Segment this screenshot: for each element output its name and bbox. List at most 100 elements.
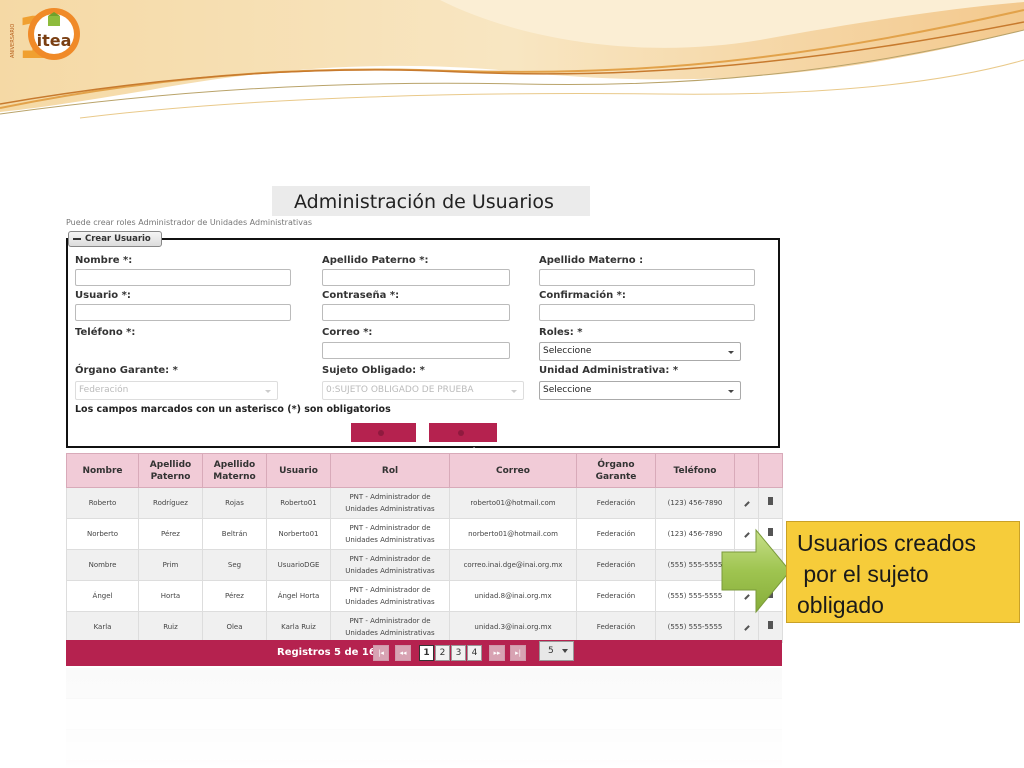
page-title: Administración de Usuarios	[272, 186, 590, 216]
cell-materno: Olea	[202, 611, 267, 643]
cell-usuario: Karla Ruiz	[266, 611, 331, 643]
col-apellido-paterno-line1: Apellido	[149, 459, 192, 470]
pencil-icon	[743, 501, 750, 507]
cell-rol-line2: Unidades Administrativas	[345, 567, 435, 575]
cell-nombre: Nombre	[66, 549, 139, 581]
delete-button[interactable]	[758, 611, 783, 643]
col-organo-line1: Órgano	[597, 459, 635, 470]
apellido-materno-input[interactable]	[539, 269, 755, 286]
organo-garante-select[interactable]: Federación	[75, 381, 278, 400]
delete-button[interactable]	[758, 487, 783, 519]
cell-usuario: Norberto01	[266, 518, 331, 550]
svg-text:itea: itea	[37, 31, 72, 50]
cancelar-button[interactable]: Cancelar	[429, 423, 497, 458]
trash-icon	[768, 621, 773, 629]
sujeto-obligado-select[interactable]: 0:SUJETO OBLIGADO DE PRUEBA	[322, 381, 524, 400]
col-correo[interactable]: Correo	[449, 453, 577, 488]
cell-rol-line1: PNT - Administrador de	[349, 617, 431, 625]
cell-usuario: Roberto01	[266, 487, 331, 519]
agregar-button[interactable]: Agregar	[351, 423, 416, 458]
cell-telefono: (123) 456-7890	[655, 487, 735, 519]
col-telefono-label: Teléfono	[673, 465, 717, 476]
contrasena-input[interactable]	[322, 304, 510, 321]
correo-label: Correo *:	[322, 327, 373, 338]
chevron-down-icon	[265, 390, 271, 393]
users-table: Nombre Apellido Paterno Apellido Materno U…	[66, 453, 783, 643]
col-telefono[interactable]: Teléfono	[655, 453, 735, 488]
roles-select[interactable]: Seleccione	[539, 342, 741, 361]
col-organo-garante[interactable]: Órgano Garante	[576, 453, 656, 488]
unidad-administrativa-select[interactable]: Seleccione	[539, 381, 741, 400]
callout-line-1: Usuarios creados	[797, 530, 976, 556]
page-size-value: 5	[548, 646, 554, 656]
cell-correo: norberto01@hotmail.com	[449, 518, 577, 550]
apellido-materno-label: Apellido Materno :	[539, 255, 644, 266]
roles-label: Roles: *	[539, 327, 583, 338]
table-row: Nombre Prim Seg UsuarioDGE PNT - Adminis…	[66, 549, 783, 581]
col-nombre[interactable]: Nombre	[66, 453, 139, 488]
cell-organo: Federación	[576, 580, 656, 612]
create-user-legend[interactable]: Crear Usuario	[68, 231, 162, 247]
edit-button[interactable]	[734, 487, 759, 519]
trash-icon	[768, 497, 773, 505]
prev-page-button[interactable]: ◂◂	[395, 645, 411, 661]
cell-rol: PNT - Administrador de Unidades Administr…	[330, 611, 450, 643]
col-apellido-materno-line1: Apellido	[213, 459, 256, 470]
itea-logo: ANIVERSARIO 1 itea	[10, 4, 80, 64]
edit-button[interactable]	[734, 611, 759, 643]
usuario-input[interactable]	[75, 304, 291, 321]
correo-input[interactable]	[322, 342, 510, 359]
cell-rol-line2: Unidades Administrativas	[345, 536, 435, 544]
col-usuario-label: Usuario	[279, 465, 318, 476]
page-1-button[interactable]: 1	[419, 645, 434, 661]
cell-rol-line1: PNT - Administrador de	[349, 493, 431, 501]
col-apellido-materno-line2: Materno	[213, 471, 256, 482]
cell-organo: Federación	[576, 611, 656, 643]
apellido-paterno-input[interactable]	[322, 269, 510, 286]
table-row: Roberto Rodríguez Rojas Roberto01 PNT - …	[66, 487, 783, 519]
cell-nombre: Norberto	[66, 518, 139, 550]
callout-line-2: por el sujeto	[797, 561, 929, 587]
callout-line-3: obligado	[797, 592, 884, 618]
table-row: Ángel Horta Pérez Ángel Horta PNT - Admi…	[66, 580, 783, 612]
page-2-button[interactable]: 2	[435, 645, 450, 661]
cell-nombre: Karla	[66, 611, 139, 643]
contrasena-label: Contraseña *:	[322, 290, 400, 301]
nombre-input[interactable]	[75, 269, 291, 286]
legend-label: Crear Usuario	[85, 234, 151, 244]
cell-correo: unidad.3@inai.org.mx	[449, 611, 577, 643]
col-organo-line2: Garante	[595, 471, 637, 482]
page-size-select[interactable]: 5	[539, 641, 574, 661]
col-apellido-paterno[interactable]: Apellido Paterno	[138, 453, 203, 488]
page-3-button[interactable]: 3	[451, 645, 466, 661]
chevron-down-icon	[511, 390, 517, 393]
cell-nombre: Ángel	[66, 580, 139, 612]
col-nombre-label: Nombre	[82, 465, 123, 476]
organo-garante-value: Federación	[79, 385, 129, 395]
col-rol[interactable]: Rol	[330, 453, 450, 488]
cell-correo: roberto01@hotmail.com	[449, 487, 577, 519]
cell-rol: PNT - Administrador de Unidades Administr…	[330, 518, 450, 550]
cell-rol-line1: PNT - Administrador de	[349, 524, 431, 532]
cell-paterno: Prim	[138, 549, 203, 581]
collapse-icon	[73, 237, 81, 240]
unidad-administrativa-label: Unidad Administrativa: *	[539, 365, 679, 376]
table-row: Karla Ruiz Olea Karla Ruiz PNT - Adminis…	[66, 611, 783, 643]
cell-organo: Federación	[576, 518, 656, 550]
col-edit	[734, 453, 759, 488]
confirmacion-input[interactable]	[539, 304, 755, 321]
records-summary: Registros 5 de 16	[277, 647, 376, 658]
cell-rol: PNT - Administrador de Unidades Administr…	[330, 487, 450, 519]
table-reflection	[66, 668, 782, 768]
first-page-button[interactable]: |◂	[373, 645, 389, 661]
last-page-button[interactable]: ▸|	[510, 645, 526, 661]
col-usuario[interactable]: Usuario	[266, 453, 331, 488]
organo-garante-label: Órgano Garante: *	[75, 365, 178, 376]
cell-materno: Pérez	[202, 580, 267, 612]
page-4-button[interactable]: 4	[467, 645, 482, 661]
col-apellido-materno[interactable]: Apellido Materno	[202, 453, 267, 488]
cell-rol-line1: PNT - Administrador de	[349, 555, 431, 563]
nombre-label: Nombre *:	[75, 255, 133, 266]
next-page-button[interactable]: ▸▸	[489, 645, 505, 661]
cell-correo: correo.inai.dge@inai.org.mx	[449, 549, 577, 581]
